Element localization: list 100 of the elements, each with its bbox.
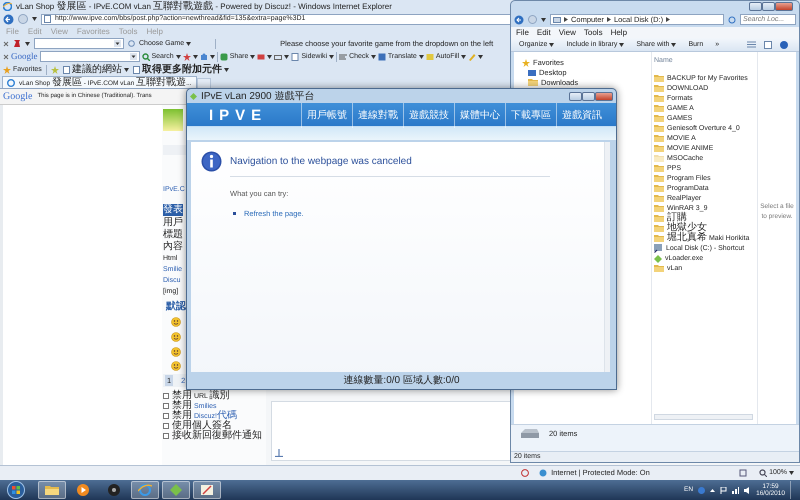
option-label: 接收新回復郵件通知 bbox=[172, 430, 262, 444]
caret-icon bbox=[329, 54, 334, 58]
caret-icon bbox=[541, 18, 546, 22]
caret-icon bbox=[224, 68, 229, 72]
checkbox[interactable] bbox=[163, 412, 169, 419]
minimize-button[interactable] bbox=[749, 2, 762, 11]
network-icon[interactable] bbox=[732, 486, 740, 494]
error-heading: Navigation to the webpage was canceled bbox=[230, 155, 412, 169]
app-nav-tab[interactable]: 用戶帳號 bbox=[301, 103, 352, 128]
mail-button[interactable] bbox=[257, 52, 272, 60]
puzzle-icon bbox=[200, 52, 208, 60]
caret-icon bbox=[284, 54, 290, 58]
flag-icon[interactable] bbox=[720, 486, 728, 494]
info-icon bbox=[201, 151, 222, 172]
status-text: 連線數量:0/0 區域人數:0/0 bbox=[343, 375, 460, 386]
app-nav-tab[interactable]: 遊戲競技 bbox=[403, 103, 454, 128]
play-icon bbox=[76, 483, 90, 497]
menu-item[interactable]: Tools bbox=[584, 26, 603, 38]
caret-icon bbox=[32, 17, 37, 21]
close-button[interactable] bbox=[595, 92, 613, 100]
caret-icon bbox=[370, 54, 376, 58]
field-label: 標題 bbox=[163, 230, 183, 240]
autofill-icon bbox=[426, 52, 434, 60]
pencil-button[interactable] bbox=[468, 52, 484, 60]
caret-icon bbox=[25, 42, 30, 46]
caret-icon bbox=[176, 54, 181, 58]
chevron-icon[interactable] bbox=[710, 488, 716, 492]
checkbox[interactable] bbox=[163, 402, 169, 409]
smiley-icon[interactable] bbox=[171, 332, 181, 342]
refresh-icon[interactable] bbox=[128, 40, 135, 47]
puzzle-button[interactable] bbox=[200, 52, 215, 60]
menu-item[interactable]: Edit bbox=[536, 26, 551, 38]
back-icon[interactable] bbox=[3, 14, 14, 24]
caret-icon bbox=[619, 42, 624, 46]
star-icon bbox=[182, 52, 191, 60]
smiley-icon[interactable] bbox=[171, 346, 181, 356]
preview-pane-icon[interactable] bbox=[764, 40, 772, 48]
maximize-button[interactable] bbox=[762, 2, 775, 11]
dropdown-arrow-icon bbox=[114, 40, 121, 47]
scrollbar[interactable] bbox=[604, 142, 610, 372]
protected-mode-icon[interactable] bbox=[739, 469, 750, 477]
star-icon bbox=[522, 58, 530, 66]
volume-icon[interactable] bbox=[744, 486, 752, 494]
close-icon[interactable] bbox=[3, 54, 9, 60]
close-icon[interactable] bbox=[3, 40, 9, 46]
menu-item[interactable]: Help bbox=[610, 26, 628, 38]
mail-icon bbox=[257, 52, 266, 60]
views-icon[interactable] bbox=[747, 40, 756, 48]
maximize-button[interactable] bbox=[582, 92, 595, 100]
horizontal-scrollbar[interactable] bbox=[654, 414, 753, 420]
spellcheck-icon bbox=[339, 52, 348, 60]
favorites-link[interactable]: 取得更多附加元件 bbox=[132, 64, 229, 74]
favorites-link[interactable]: 建議的網站 bbox=[62, 64, 129, 74]
popup-blocked-icon[interactable] bbox=[521, 469, 530, 477]
desktop-icon bbox=[528, 68, 536, 76]
menu-item[interactable]: View bbox=[558, 26, 576, 38]
pencil-icon bbox=[468, 52, 476, 60]
app-icon bbox=[190, 92, 197, 100]
computer-icon bbox=[553, 16, 561, 22]
field-label: 用戶 bbox=[163, 218, 183, 228]
caret-icon bbox=[250, 54, 256, 58]
minimize-button[interactable] bbox=[569, 92, 582, 100]
chevron-icon bbox=[606, 17, 611, 22]
page-icon bbox=[62, 66, 70, 74]
refresh-icon[interactable] bbox=[728, 16, 736, 24]
search-field[interactable] bbox=[40, 51, 140, 62]
app-nav-tab[interactable]: 遊戲資訊 bbox=[556, 103, 607, 128]
window-title: vLan Shop 發展區 - IPvE.COM vLan 互聯對戰遊戲 - Powered by Discuz! - Windows Internet Explorer bbox=[16, 0, 392, 14]
caret-icon bbox=[461, 54, 466, 58]
app-nav-tab[interactable]: 連線對戰 bbox=[352, 103, 403, 128]
window-icon bbox=[274, 52, 282, 60]
caret-icon bbox=[186, 42, 192, 46]
form-tab[interactable]: 發表 bbox=[163, 204, 183, 216]
format-icon[interactable] bbox=[275, 449, 283, 457]
caret-icon bbox=[671, 42, 676, 46]
translate-icon bbox=[378, 52, 386, 60]
back-icon[interactable] bbox=[514, 14, 524, 24]
caret-icon bbox=[192, 54, 198, 58]
start-button[interactable] bbox=[6, 481, 26, 499]
checkbox[interactable] bbox=[163, 422, 169, 429]
figure-icon[interactable] bbox=[13, 39, 21, 48]
star-icon bbox=[3, 66, 11, 74]
google-logo: Google bbox=[3, 90, 32, 104]
menu-item[interactable]: File bbox=[516, 26, 529, 38]
window-button[interactable] bbox=[274, 52, 290, 60]
banner-graphic bbox=[163, 109, 183, 131]
app-nav-tab[interactable]: 媒體中心 bbox=[454, 103, 505, 128]
dropdown-arrow-icon bbox=[130, 53, 136, 60]
checkbox[interactable] bbox=[163, 392, 169, 399]
game-dropdown[interactable] bbox=[34, 38, 124, 49]
checkbox[interactable] bbox=[163, 432, 169, 439]
smiley-icon[interactable] bbox=[171, 316, 181, 326]
sidewiki-icon bbox=[291, 52, 300, 60]
help-icon[interactable] bbox=[780, 40, 788, 48]
smiley-icon[interactable] bbox=[171, 360, 181, 370]
caret-icon bbox=[124, 68, 129, 72]
app-nav-tab[interactable]: 下載專區 bbox=[505, 103, 556, 128]
bookmark-button[interactable] bbox=[182, 52, 198, 60]
close-button[interactable] bbox=[775, 2, 793, 11]
paint-icon bbox=[200, 483, 214, 497]
